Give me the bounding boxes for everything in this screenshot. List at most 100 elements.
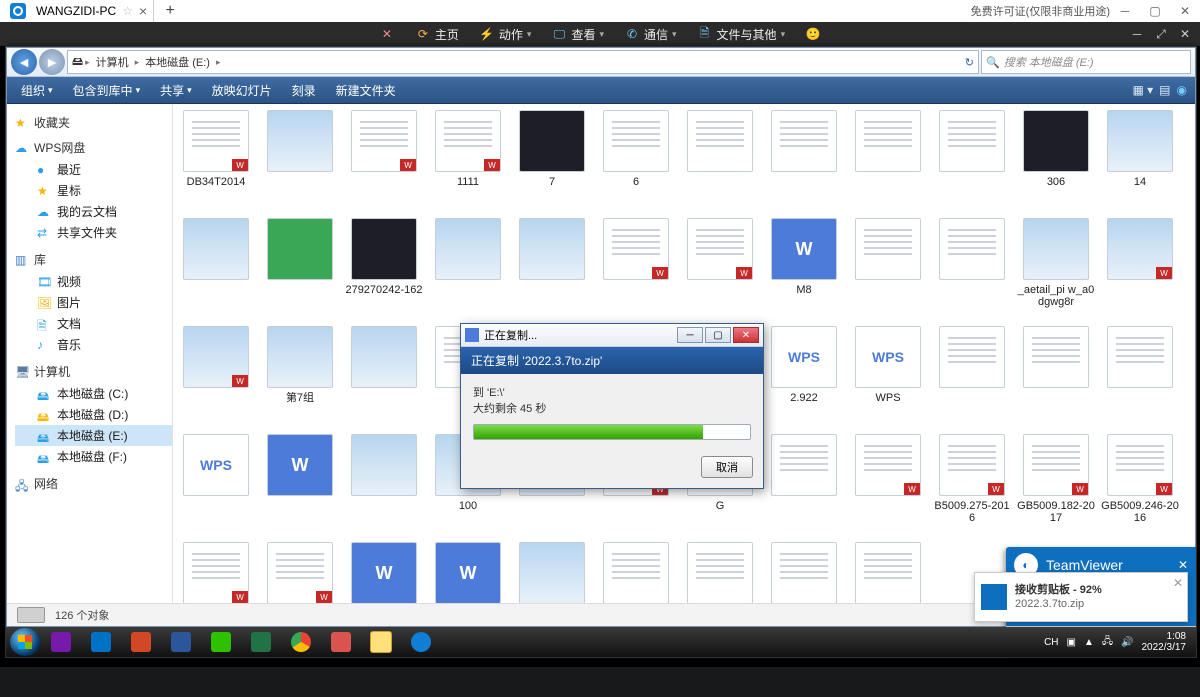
bc-computer[interactable]: 计算机	[92, 54, 133, 70]
tv-tool-action[interactable]: ⚡动作▾	[471, 23, 540, 45]
tb-wps[interactable]	[322, 629, 360, 655]
tv-tb-full-icon[interactable]: ⤢	[1150, 25, 1172, 43]
tb-explorer[interactable]	[362, 629, 400, 655]
file-item[interactable]	[763, 108, 845, 214]
sidebar-network[interactable]: 网络	[34, 475, 58, 492]
help-icon[interactable]: ◉	[1177, 83, 1187, 97]
file-item[interactable]: WGB 16	[175, 540, 257, 603]
tv-tool-comm[interactable]: ✆通信▾	[616, 23, 685, 45]
sidebar-favorites[interactable]: 收藏夹	[34, 114, 70, 131]
sidebar-item[interactable]: 🖼图片	[15, 292, 172, 313]
file-item[interactable]: WPS	[175, 432, 257, 538]
file-item[interactable]: WB5009.275-2016	[931, 432, 1013, 538]
file-item[interactable]: W	[679, 216, 761, 322]
file-item[interactable]	[1099, 324, 1181, 430]
sidebar-item[interactable]: ●最近	[15, 159, 172, 180]
file-item[interactable]	[175, 216, 257, 322]
file-item[interactable]	[763, 432, 845, 538]
file-item[interactable]: WDB34T2014	[175, 108, 257, 214]
tv-panel-close-icon[interactable]: ✕	[1178, 558, 1188, 572]
cmd-newfolder[interactable]: 新建文件夹	[328, 80, 404, 101]
file-item[interactable]	[679, 540, 761, 603]
dlg-max-button[interactable]: ▢	[705, 327, 731, 343]
tray-clock[interactable]: 1:08 2022/3/17	[1142, 631, 1187, 653]
preview-pane-icon[interactable]: ▤	[1159, 83, 1170, 97]
file-item[interactable]: 14	[1099, 108, 1181, 214]
file-item[interactable]: W	[595, 216, 677, 322]
tray-up-icon[interactable]: ▲	[1084, 637, 1094, 648]
file-item[interactable]: WGB5009.12	[259, 540, 341, 603]
tv-tb-min-icon[interactable]: ─	[1126, 25, 1148, 43]
file-item[interactable]	[931, 324, 1013, 430]
file-item[interactable]	[595, 540, 677, 603]
file-item[interactable]: 306	[1015, 108, 1097, 214]
tray-vol-icon[interactable]: 🔊	[1121, 637, 1133, 648]
file-item[interactable]: WGB5009.182-2017	[1015, 432, 1097, 538]
bc-drive[interactable]: 本地磁盘 (E:)	[141, 54, 214, 70]
file-item[interactable]: W1111	[427, 108, 509, 214]
tv-tab[interactable]: WANGZIDI-PC ☆ ×	[0, 0, 154, 22]
sidebar-item[interactable]: 🗎文档	[15, 313, 172, 334]
tray-flag-icon[interactable]: ▣	[1067, 637, 1076, 648]
tray-net-icon[interactable]: 🖧	[1102, 634, 1113, 651]
file-item[interactable]	[259, 108, 341, 214]
tb-wechat[interactable]	[202, 629, 240, 655]
file-item[interactable]: 7	[511, 108, 593, 214]
start-button[interactable]	[10, 628, 40, 656]
file-item[interactable]	[259, 216, 341, 322]
dlg-close-button[interactable]: ✕	[733, 327, 759, 343]
file-item[interactable]: W	[1099, 216, 1181, 322]
close-button[interactable]: ✕	[1170, 0, 1200, 22]
file-item[interactable]: W	[343, 540, 425, 603]
file-item[interactable]: W	[427, 540, 509, 603]
file-item[interactable]: _aetail_pi w_a0dgwg8r	[1015, 216, 1097, 322]
tb-teamviewer[interactable]	[402, 629, 440, 655]
file-item[interactable]	[847, 216, 929, 322]
file-item[interactable]	[1015, 324, 1097, 430]
tv-tool-home[interactable]: ⟳主页	[407, 23, 467, 45]
minimize-button[interactable]: ─	[1110, 0, 1140, 22]
cmd-share[interactable]: 共享▾	[152, 80, 200, 101]
tv-new-tab-button[interactable]: +	[160, 1, 180, 21]
nav-fwd-button[interactable]: ►	[39, 49, 65, 75]
sidebar-item[interactable]: 🖴本地磁盘 (C:)	[15, 383, 172, 404]
sidebar-wps[interactable]: WPS网盘	[34, 139, 85, 156]
file-item[interactable]: WPSWPS	[847, 324, 929, 430]
ime-indicator[interactable]: CH	[1044, 637, 1058, 648]
tv-tool-close[interactable]: ✕	[371, 23, 403, 45]
tb-outlook[interactable]	[82, 629, 120, 655]
file-item[interactable]: 第7组	[259, 324, 341, 430]
refresh-icon[interactable]: ↻	[965, 56, 974, 69]
file-item[interactable]: W M8	[763, 216, 845, 322]
search-box[interactable]: 🔍 搜索 本地磁盘 (E:)	[981, 50, 1191, 74]
sidebar-item[interactable]: ☁我的云文档	[15, 201, 172, 222]
sidebar-item[interactable]: 🖴本地磁盘 (D:)	[15, 404, 172, 425]
file-item[interactable]: WGB5009.246-2016	[1099, 432, 1181, 538]
tv-tab-close-icon[interactable]: ×	[139, 3, 147, 19]
sidebar-item[interactable]: 🖴本地磁盘 (F:)	[15, 446, 172, 467]
file-item[interactable]	[763, 540, 845, 603]
system-tray[interactable]: CH ▣ ▲ 🖧 🔊 1:08 2022/3/17	[1038, 631, 1192, 653]
tv-tool-view[interactable]: 🖵查看▾	[543, 23, 612, 45]
file-item[interactable]: W	[259, 432, 341, 538]
cmd-include[interactable]: 包含到库中▾	[65, 80, 149, 101]
tb-onenote[interactable]	[42, 629, 80, 655]
file-item[interactable]	[931, 216, 1013, 322]
nav-back-button[interactable]: ◄	[11, 49, 37, 75]
file-item[interactable]	[679, 108, 761, 214]
tv-tool-feedback[interactable]: 🙂	[797, 23, 829, 45]
file-item[interactable]	[511, 216, 593, 322]
file-item[interactable]	[931, 108, 1013, 214]
file-item[interactable]	[847, 540, 929, 603]
tb-excel[interactable]	[242, 629, 280, 655]
sidebar-item[interactable]: ⇄共享文件夹	[15, 222, 172, 243]
file-item[interactable]: 279270242-162	[343, 216, 425, 322]
cmd-burn[interactable]: 刻录	[284, 80, 324, 101]
sidebar-item[interactable]: ♪音乐	[15, 334, 172, 355]
sidebar-pc[interactable]: 计算机	[34, 363, 70, 380]
maximize-button[interactable]: ▢	[1140, 0, 1170, 22]
clipboard-notify[interactable]: 接收剪贴板 - 92% 2022.3.7to.zip ✕	[974, 572, 1188, 622]
file-item[interactable]	[511, 540, 593, 603]
file-item[interactable]: W	[175, 324, 257, 430]
file-item[interactable]: 6	[595, 108, 677, 214]
